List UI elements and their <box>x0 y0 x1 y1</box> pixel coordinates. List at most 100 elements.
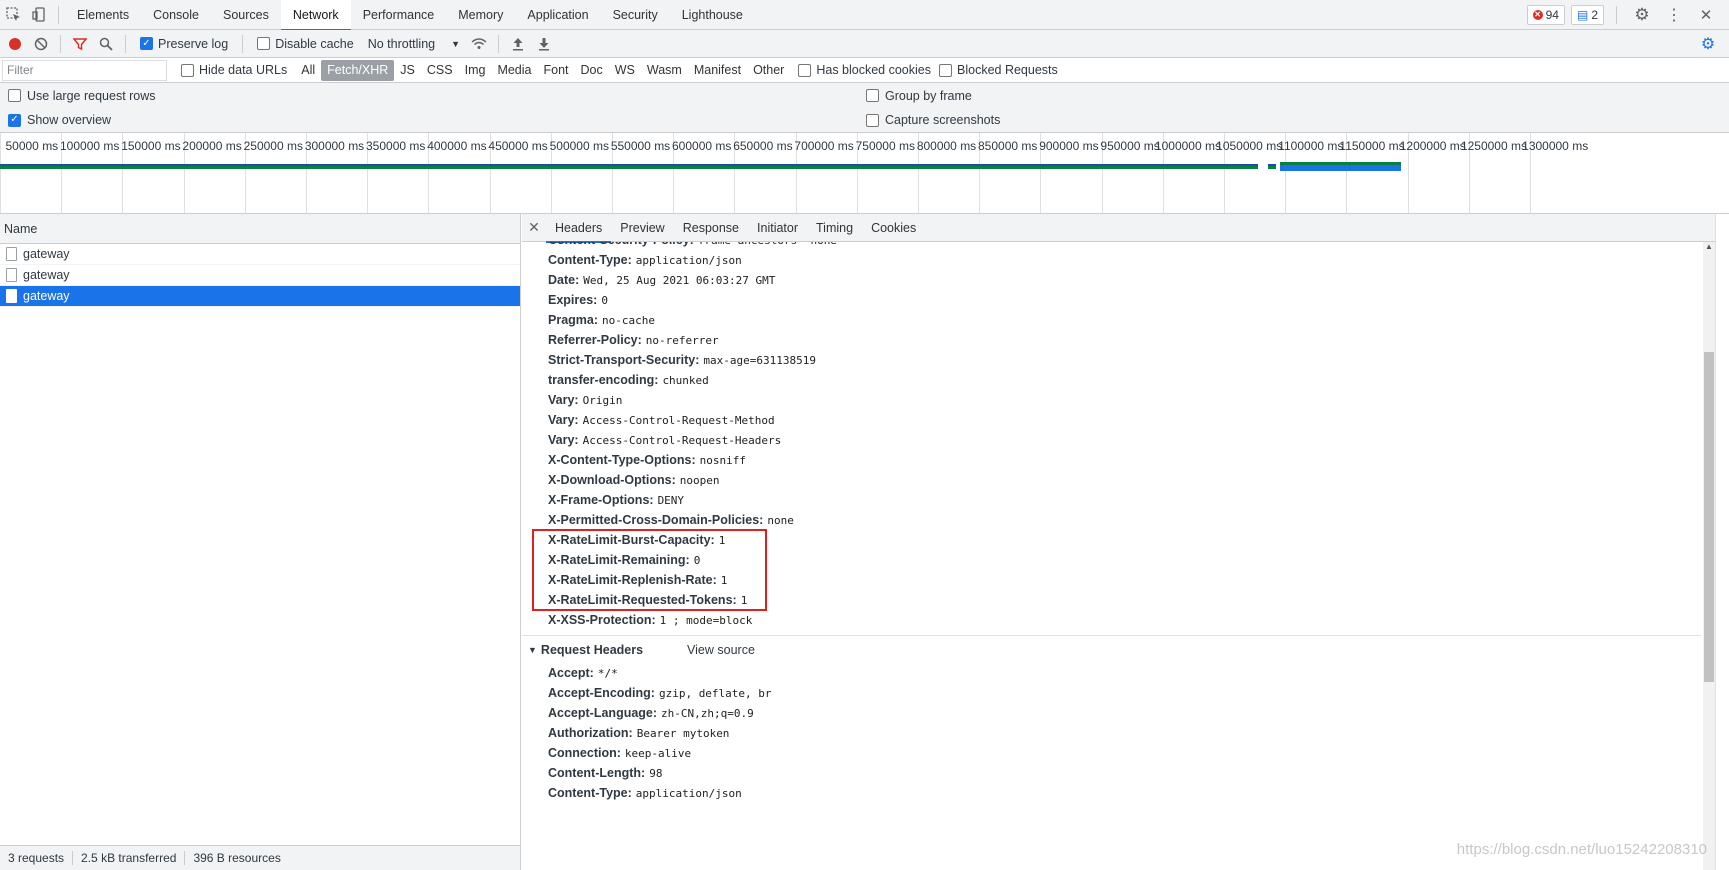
type-filter-manifest[interactable]: Manifest <box>688 60 747 81</box>
details-tab-headers[interactable]: Headers <box>546 214 612 243</box>
details-tab-preview[interactable]: Preview <box>611 214 673 242</box>
header-name: Authorization: <box>548 726 633 740</box>
message-count-badge[interactable]: ▤ 2 <box>1570 4 1604 25</box>
search-button[interactable] <box>93 31 119 57</box>
tab-lighthouse[interactable]: Lighthouse <box>670 0 755 30</box>
filter-input[interactable]: Filter <box>2 59 167 81</box>
timeline-tick: 450000 ms <box>488 133 551 213</box>
rate-limit-highlight-box <box>532 529 767 611</box>
record-button[interactable] <box>2 31 28 57</box>
timeline-tick-label: 1150000 ms <box>1339 139 1405 153</box>
header-name: X-Permitted-Cross-Domain-Policies: <box>548 513 764 527</box>
settings-row-2: ✓ Show overview Capture screenshots <box>0 108 1729 133</box>
separator <box>125 34 126 53</box>
network-conditions-button[interactable] <box>466 31 492 57</box>
timeline-tick-label: 900000 ms <box>1039 139 1099 153</box>
export-har-button[interactable] <box>531 31 557 57</box>
type-filter-js[interactable]: JS <box>394 60 421 81</box>
timeline-tick: 100000 ms <box>60 133 122 213</box>
view-source-link[interactable]: View source <box>687 639 755 661</box>
type-filter-css[interactable]: CSS <box>421 60 459 81</box>
large-request-rows-label: Use large request rows <box>27 88 156 103</box>
checkbox-unchecked-icon <box>257 37 271 50</box>
blocked-requests-label: Blocked Requests <box>957 63 1058 77</box>
hide-data-urls-checkbox[interactable]: Hide data URLs <box>167 63 295 77</box>
settings-gear-icon[interactable]: ⚙ <box>1629 0 1655 30</box>
header-name: Vary: <box>548 393 579 407</box>
scroll-thumb[interactable] <box>1704 352 1714 682</box>
header-row: Content-Length: 98 <box>548 763 662 783</box>
timeline-tick: 650000 ms <box>733 133 795 213</box>
details-tab-initiator[interactable]: Initiator <box>748 214 807 242</box>
timeline-tick-label: 350000 ms <box>366 139 426 153</box>
request-row[interactable]: gateway <box>0 286 520 307</box>
group-by-frame-checkbox[interactable]: Group by frame <box>866 89 972 103</box>
request-name: gateway <box>23 268 70 282</box>
details-tab-response[interactable]: Response <box>674 214 748 242</box>
header-row: Authorization: Bearer mytoken <box>548 723 729 743</box>
details-tab-timing[interactable]: Timing <box>807 214 862 242</box>
inspect-element-icon[interactable] <box>0 0 26 30</box>
blocked-requests-checkbox[interactable]: Blocked Requests <box>939 63 1066 77</box>
tab-performance[interactable]: Performance <box>351 0 447 30</box>
type-filter-fetch-xhr[interactable]: Fetch/XHR <box>321 59 395 81</box>
tab-console[interactable]: Console <box>141 0 211 30</box>
tab-memory[interactable]: Memory <box>446 0 515 30</box>
header-row: X-Frame-Options: DENY <box>548 490 684 510</box>
show-overview-checkbox[interactable]: ✓ Show overview <box>8 113 111 127</box>
tab-security[interactable]: Security <box>601 0 670 30</box>
type-filter-img[interactable]: Img <box>459 60 492 81</box>
type-filter-all[interactable]: All <box>295 60 321 81</box>
device-toolbar-icon[interactable] <box>26 0 52 30</box>
tab-network[interactable]: Network <box>280 0 351 31</box>
type-filter-media[interactable]: Media <box>491 60 537 81</box>
has-blocked-cookies-checkbox[interactable]: Has blocked cookies <box>790 63 939 77</box>
header-value: Access-Control-Request-Headers <box>582 434 782 447</box>
header-value: no-cache <box>602 314 656 327</box>
type-filter-font[interactable]: Font <box>537 60 574 81</box>
throttling-value: No throttling <box>367 36 436 51</box>
disable-cache-checkbox[interactable]: Disable cache <box>249 37 362 51</box>
type-filter-doc[interactable]: Doc <box>575 60 609 81</box>
error-count-badge[interactable]: ✕ 94 <box>1526 4 1565 25</box>
request-row[interactable]: gateway <box>0 265 520 286</box>
type-filter-wasm[interactable]: Wasm <box>641 60 688 81</box>
tab-sources[interactable]: Sources <box>211 0 281 30</box>
close-details-icon[interactable]: ✕ <box>522 219 546 236</box>
request-row[interactable]: gateway <box>0 244 520 265</box>
header-name: Content-Length: <box>548 766 646 780</box>
network-settings-gear-icon[interactable]: ⚙ <box>1695 29 1721 59</box>
filter-bar: Filter Hide data URLs All Fetch/XHR JS CSS I… <box>0 58 1729 83</box>
more-options-icon[interactable]: ⋮ <box>1661 0 1687 30</box>
header-value: Bearer mytoken <box>636 727 730 740</box>
details-scrollbar[interactable]: ▲ <box>1703 242 1715 870</box>
header-name: Pragma: <box>548 313 599 327</box>
header-row: Date: Wed, 25 Aug 2021 06:03:27 GMT <box>548 270 775 290</box>
header-value: 98 <box>649 767 663 780</box>
capture-screenshots-checkbox[interactable]: Capture screenshots <box>866 113 1000 127</box>
checkbox-unchecked-icon <box>866 89 879 102</box>
network-overview-timeline[interactable]: 50000 ms 100000 ms 150000 ms 200000 ms 25000… <box>0 133 1729 214</box>
clear-button[interactable] <box>28 31 54 57</box>
timeline-tick-label: 750000 ms <box>855 139 915 153</box>
settings-row-1: Use large request rows Group by frame <box>0 83 1729 108</box>
name-column-header[interactable]: Name <box>0 214 520 244</box>
header-row: X-Content-Type-Options: nosniff <box>548 450 746 470</box>
large-request-rows-checkbox[interactable]: Use large request rows <box>8 89 156 103</box>
preserve-log-label: Preserve log <box>158 36 229 51</box>
details-tab-cookies[interactable]: Cookies <box>862 214 925 242</box>
preserve-log-checkbox[interactable]: ✓ Preserve log <box>132 37 236 51</box>
request-headers-section[interactable]: ▼ Request Headers View source <box>528 639 755 661</box>
import-har-button[interactable] <box>505 31 531 57</box>
scroll-up-arrow-icon[interactable]: ▲ <box>1703 242 1715 254</box>
error-count: 94 <box>1545 7 1559 22</box>
filter-button[interactable] <box>67 31 93 57</box>
type-filter-other[interactable]: Other <box>747 60 790 81</box>
tab-elements[interactable]: Elements <box>65 0 141 30</box>
close-icon[interactable]: ✕ <box>1693 0 1719 30</box>
header-value: 0 <box>601 294 608 307</box>
tab-application[interactable]: Application <box>515 0 600 30</box>
type-filter-ws[interactable]: WS <box>609 60 641 81</box>
throttling-select[interactable]: No throttling ▼ <box>362 37 466 51</box>
checkbox-unchecked-icon <box>866 113 879 127</box>
